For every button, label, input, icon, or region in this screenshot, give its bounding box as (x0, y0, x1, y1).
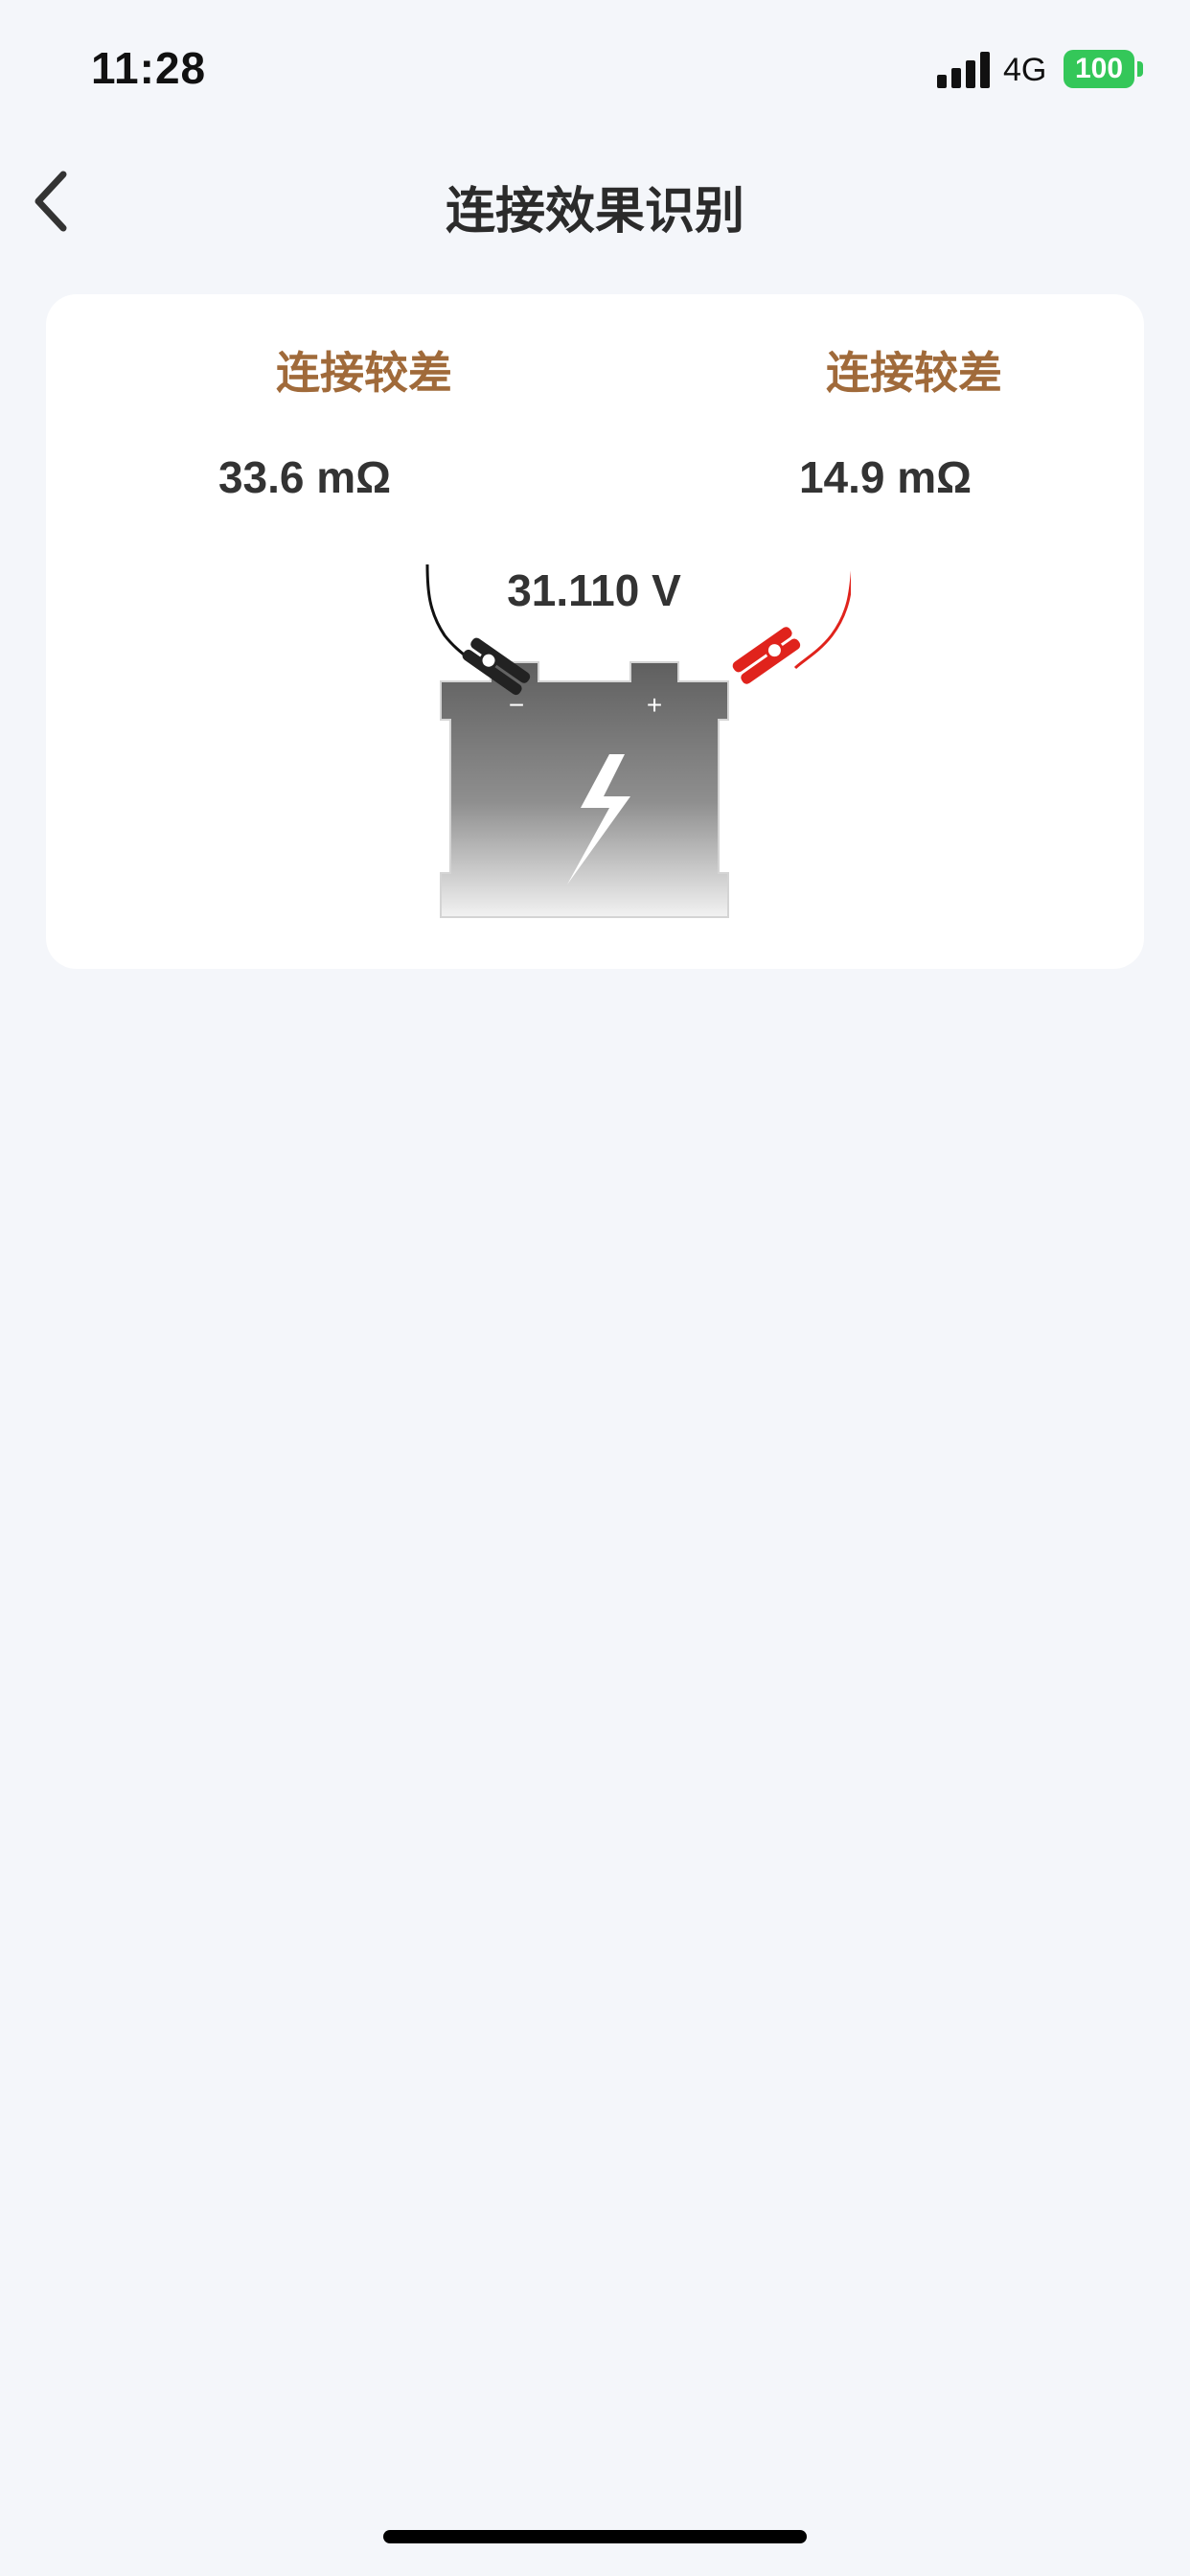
battery-voltage-value: 31.110 V (507, 565, 681, 615)
battery-cap (1137, 61, 1143, 77)
red-cable (793, 570, 851, 670)
battery-level: 100 (1074, 53, 1124, 84)
status-time: 11:28 (91, 43, 207, 93)
positive-terminal-label: + (647, 690, 662, 720)
red-clamp-icon (732, 627, 801, 684)
home-indicator[interactable] (383, 2530, 807, 2543)
battery-icon: 100 (1064, 50, 1134, 88)
left-resistance-value: 33.6 mΩ (217, 452, 392, 502)
connection-result-card: 连接较差 连接较差 33.6 mΩ 14.9 mΩ − + 31.110 V (46, 294, 1144, 969)
nav-bar: 连接效果识别 (0, 144, 1190, 259)
cellular-signal-icon (937, 52, 990, 88)
network-type: 4G (1003, 52, 1047, 88)
right-connection-status: 连接较差 (826, 348, 1002, 398)
status-bar: 11:28 4G 100 (0, 0, 1190, 144)
page-title: 连接效果识别 (445, 184, 744, 240)
left-connection-status: 连接较差 (276, 348, 452, 398)
battery-body (440, 661, 729, 918)
right-resistance-value: 14.9 mΩ (798, 452, 973, 502)
